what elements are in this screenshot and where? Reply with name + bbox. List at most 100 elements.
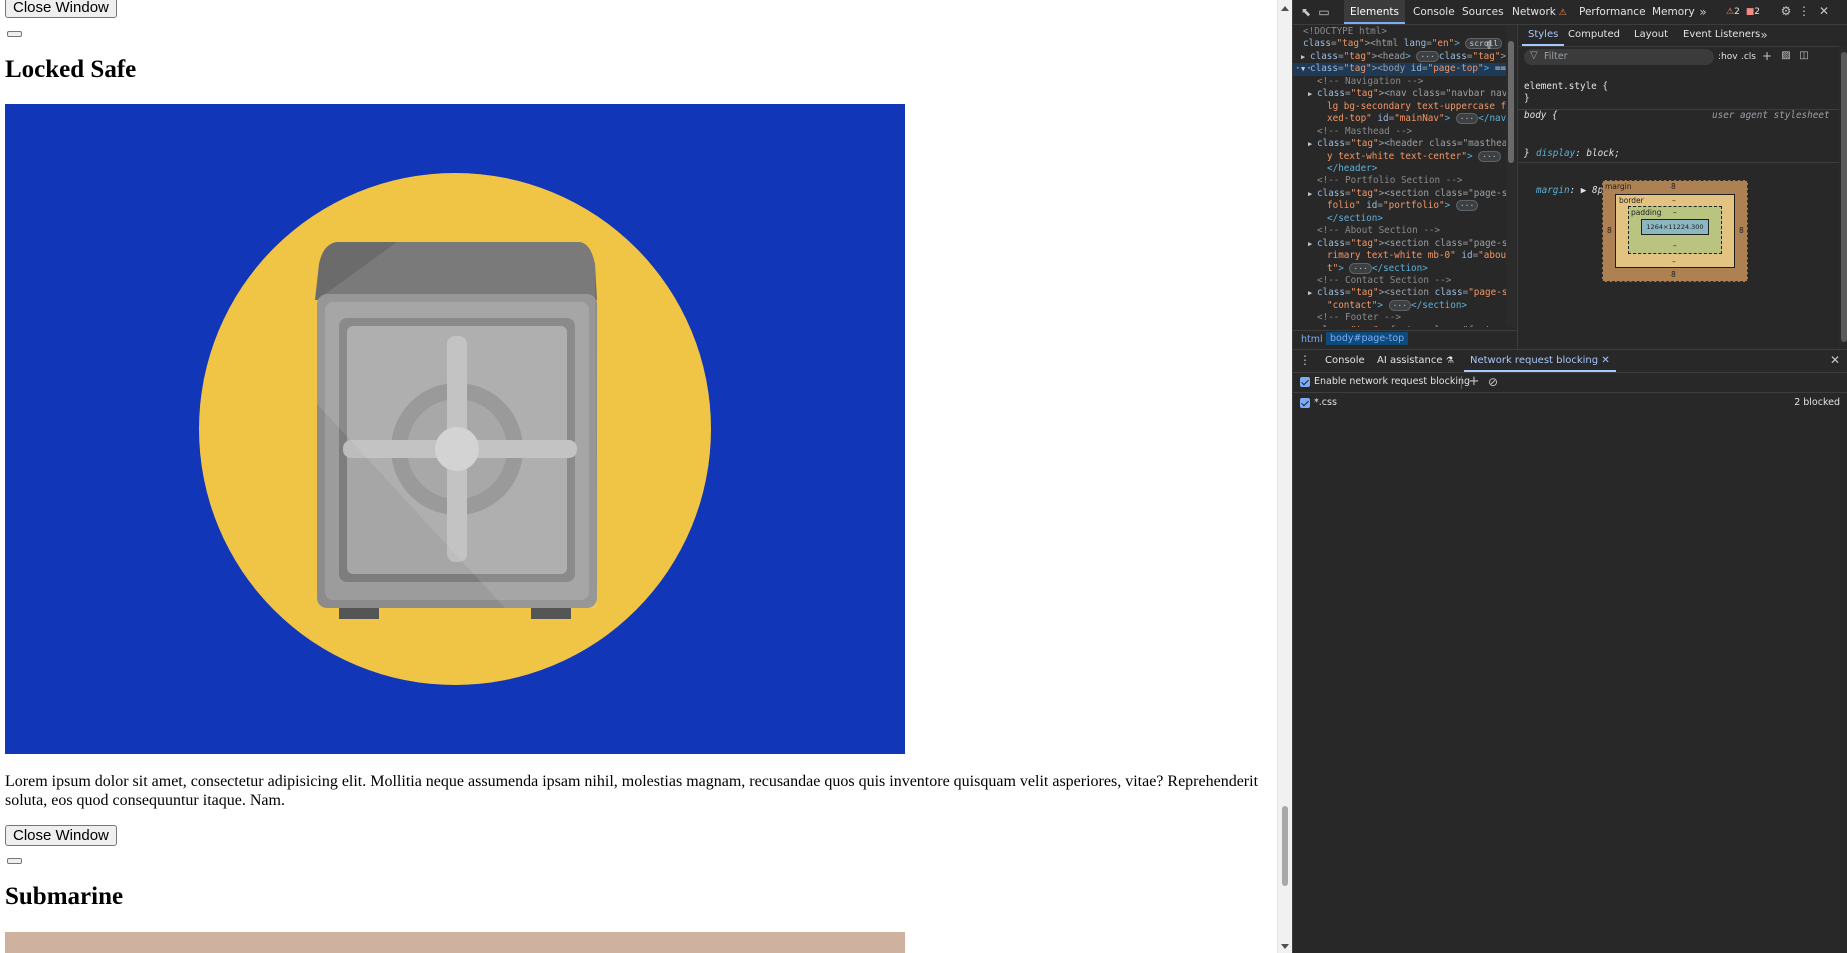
section-paragraph: Lorem ipsum dolor sit amet, consectetur … [5, 773, 1259, 809]
empty-button-2[interactable] [7, 858, 22, 864]
device-toolbar-icon[interactable]: ▭ [1317, 5, 1331, 19]
margin-top-value: 8 [1671, 182, 1676, 191]
dom-node[interactable]: ▶class="tag"><nav class="navbar navbar-e… [1293, 88, 1506, 100]
tab-performance[interactable]: Performance [1573, 0, 1652, 24]
tab-layout[interactable]: Layout [1628, 24, 1674, 46]
color-palette-icon[interactable]: ▨ [1780, 49, 1792, 63]
cls-toggle[interactable]: .cls [1741, 52, 1756, 62]
hov-toggle[interactable]: :hov [1718, 52, 1738, 62]
content-size: 1264×11224.300 [1646, 223, 1704, 231]
dom-node[interactable]: class="tag"><html lang="en"> scroll [1293, 38, 1506, 50]
breadcrumb-html[interactable]: html [1301, 334, 1323, 345]
devtools-panel: ⬉ ▭ Elements Console Sources Network ⚠ P… [1292, 0, 1847, 953]
margin-label: margin [1605, 182, 1632, 191]
dom-node[interactable]: ▶class="tag"><section class="page-sectio… [1293, 188, 1506, 200]
settings-gear-icon[interactable]: ⚙ [1779, 4, 1793, 18]
dom-scrollbar[interactable] [1506, 25, 1516, 327]
enable-blocking-checkbox[interactable] [1300, 377, 1310, 387]
tab-memory[interactable]: Memory [1646, 0, 1701, 24]
dom-node-continuation: t"> ··· </section> [1327, 262, 1428, 274]
dom-node[interactable]: <!-- Navigation --> [1293, 76, 1506, 88]
more-tabs-chevron-icon[interactable]: » [1696, 5, 1710, 19]
dom-node-continuation: rimary text-white mb-0" id="abou [1327, 250, 1506, 262]
pattern-checkbox[interactable] [1300, 398, 1310, 408]
dom-node[interactable]: ▶class="tag"><section class="page-sectio… [1293, 238, 1506, 250]
nrb-tab-label: Network request blocking [1470, 355, 1599, 366]
blocking-toolbar: Enable network request blocking + ⊘ [1293, 373, 1847, 393]
margin-left-value: 8 [1607, 226, 1612, 235]
drawer-menu-icon[interactable]: ⋮ [1299, 353, 1311, 367]
app-root: { "page": { "close_window_label": "Close… [0, 0, 1847, 953]
tab-elements[interactable]: Elements [1344, 0, 1405, 24]
tab-sources[interactable]: Sources [1456, 0, 1510, 24]
error-count-icon: ■ [1745, 7, 1755, 17]
dom-node[interactable]: ▶class="tag"><header class="masthead bg-… [1293, 138, 1506, 150]
tab-styles[interactable]: Styles [1522, 24, 1565, 46]
tab-event-listeners[interactable]: Event Listeners [1677, 24, 1766, 46]
close-devtools-icon[interactable]: ✕ [1817, 4, 1831, 18]
close-drawer-icon[interactable]: ✕ [1829, 353, 1841, 367]
box-model-margin[interactable]: margin 8 8 8 8 border – – padding – – 12… [1602, 180, 1748, 282]
filter-placeholder: Filter [1544, 51, 1568, 62]
dom-node[interactable]: <!-- Portfolio Section --> [1293, 175, 1506, 187]
toggle-sidebar-icon[interactable]: ◫ [1798, 49, 1810, 63]
box-model-padding[interactable]: padding – – 1264×11224.300 [1628, 206, 1722, 254]
drawer-tab-network-request-blocking[interactable]: Network request blocking ✕ [1464, 350, 1616, 372]
tab-console[interactable]: Console [1407, 0, 1461, 24]
styles-scrollbar[interactable] [1839, 46, 1847, 350]
issues-counter[interactable]: ⚠2 ■2 [1726, 5, 1760, 19]
ai-assistance-label: AI assistance [1377, 355, 1443, 366]
page-scrollbar[interactable] [1277, 0, 1292, 953]
dom-node[interactable]: <!-- Contact Section --> [1293, 275, 1506, 287]
add-pattern-icon[interactable]: + [1467, 375, 1481, 389]
inspect-element-icon[interactable]: ⬉ [1299, 5, 1313, 19]
dom-node-continuation: lg bg-secondary text-uppercase fi [1327, 100, 1506, 112]
blocked-pattern-row[interactable]: *.css 2 blocked [1293, 394, 1847, 412]
section-title-locked-safe: Locked Safe [5, 56, 137, 83]
breadcrumb-body[interactable]: body#page-top [1326, 332, 1409, 345]
dom-node[interactable]: ▶class="tag"><section class="page-sectio… [1293, 287, 1506, 299]
dom-node-selected[interactable]: ▼class="tag"><body id="page-top"> == $0·… [1293, 63, 1506, 76]
locked-safe-image [5, 104, 905, 754]
dom-node[interactable]: <!DOCTYPE html> [1293, 26, 1506, 38]
dom-node[interactable]: <!-- About Section --> [1293, 225, 1506, 237]
dom-node[interactable]: ▶class="tag"><head> ···class="tag"></hea… [1293, 50, 1506, 63]
page-viewport: Close Window Locked Safe Lorem ipsum dol… [0, 0, 1277, 953]
dom-node[interactable]: <!-- Footer --> [1293, 312, 1506, 324]
warning-icon: ⚠ [1555, 8, 1567, 18]
drawer-tab-console[interactable]: Console [1319, 350, 1371, 372]
ua-stylesheet-label: user agent stylesheet [1712, 110, 1830, 121]
more-options-icon[interactable]: ⋮ [1797, 4, 1811, 18]
remove-all-patterns-icon[interactable]: ⊘ [1486, 375, 1500, 389]
tab-computed[interactable]: Computed [1562, 24, 1626, 46]
dom-node[interactable]: <!-- Masthead --> [1293, 126, 1506, 138]
scroll-down-arrow[interactable] [1281, 944, 1289, 949]
dom-scroll-thumb[interactable] [1508, 41, 1514, 163]
node-actions-icon[interactable]: ··· [1295, 63, 1312, 75]
box-model-content[interactable]: 1264×11224.300 [1641, 219, 1709, 235]
safe-illustration [5, 104, 905, 754]
declaration-display[interactable]: display: block; [1536, 148, 1620, 160]
close-tab-icon[interactable]: ✕ [1601, 355, 1609, 366]
flask-icon: ⚗ [1445, 356, 1454, 366]
styles-filter-input[interactable]: ▽ Filter [1524, 49, 1714, 65]
more-panes-chevron-icon[interactable]: » [1758, 28, 1770, 42]
close-window-button[interactable]: Close Window [5, 0, 117, 18]
border-label: border [1619, 196, 1644, 205]
element-style-close: } [1524, 93, 1530, 105]
tab-network[interactable]: Network ⚠ [1506, 0, 1573, 24]
scroll-up-arrow[interactable] [1281, 6, 1289, 11]
styles-scroll-thumb[interactable] [1841, 52, 1847, 342]
accessibility-icon[interactable]: ☤ [1482, 39, 1496, 53]
empty-button[interactable] [7, 31, 22, 37]
submarine-image [5, 932, 905, 953]
dom-node[interactable]: ▶class="tag"><footer class="footer text-… [1293, 325, 1506, 327]
styles-pane: Styles Computed Layout Event Listeners »… [1517, 24, 1847, 350]
scroll-thumb[interactable] [1282, 806, 1288, 886]
box-model-border[interactable]: border – – padding – – 1264×11224.300 [1615, 194, 1735, 268]
drawer-tab-ai-assistance[interactable]: AI assistance ⚗ [1371, 350, 1460, 372]
section-title-submarine: Submarine [5, 883, 124, 910]
new-style-rule-icon[interactable]: + [1761, 49, 1773, 63]
dom-node-continuation: </header> [1327, 162, 1378, 174]
close-window-button-2[interactable]: Close Window [5, 825, 117, 846]
